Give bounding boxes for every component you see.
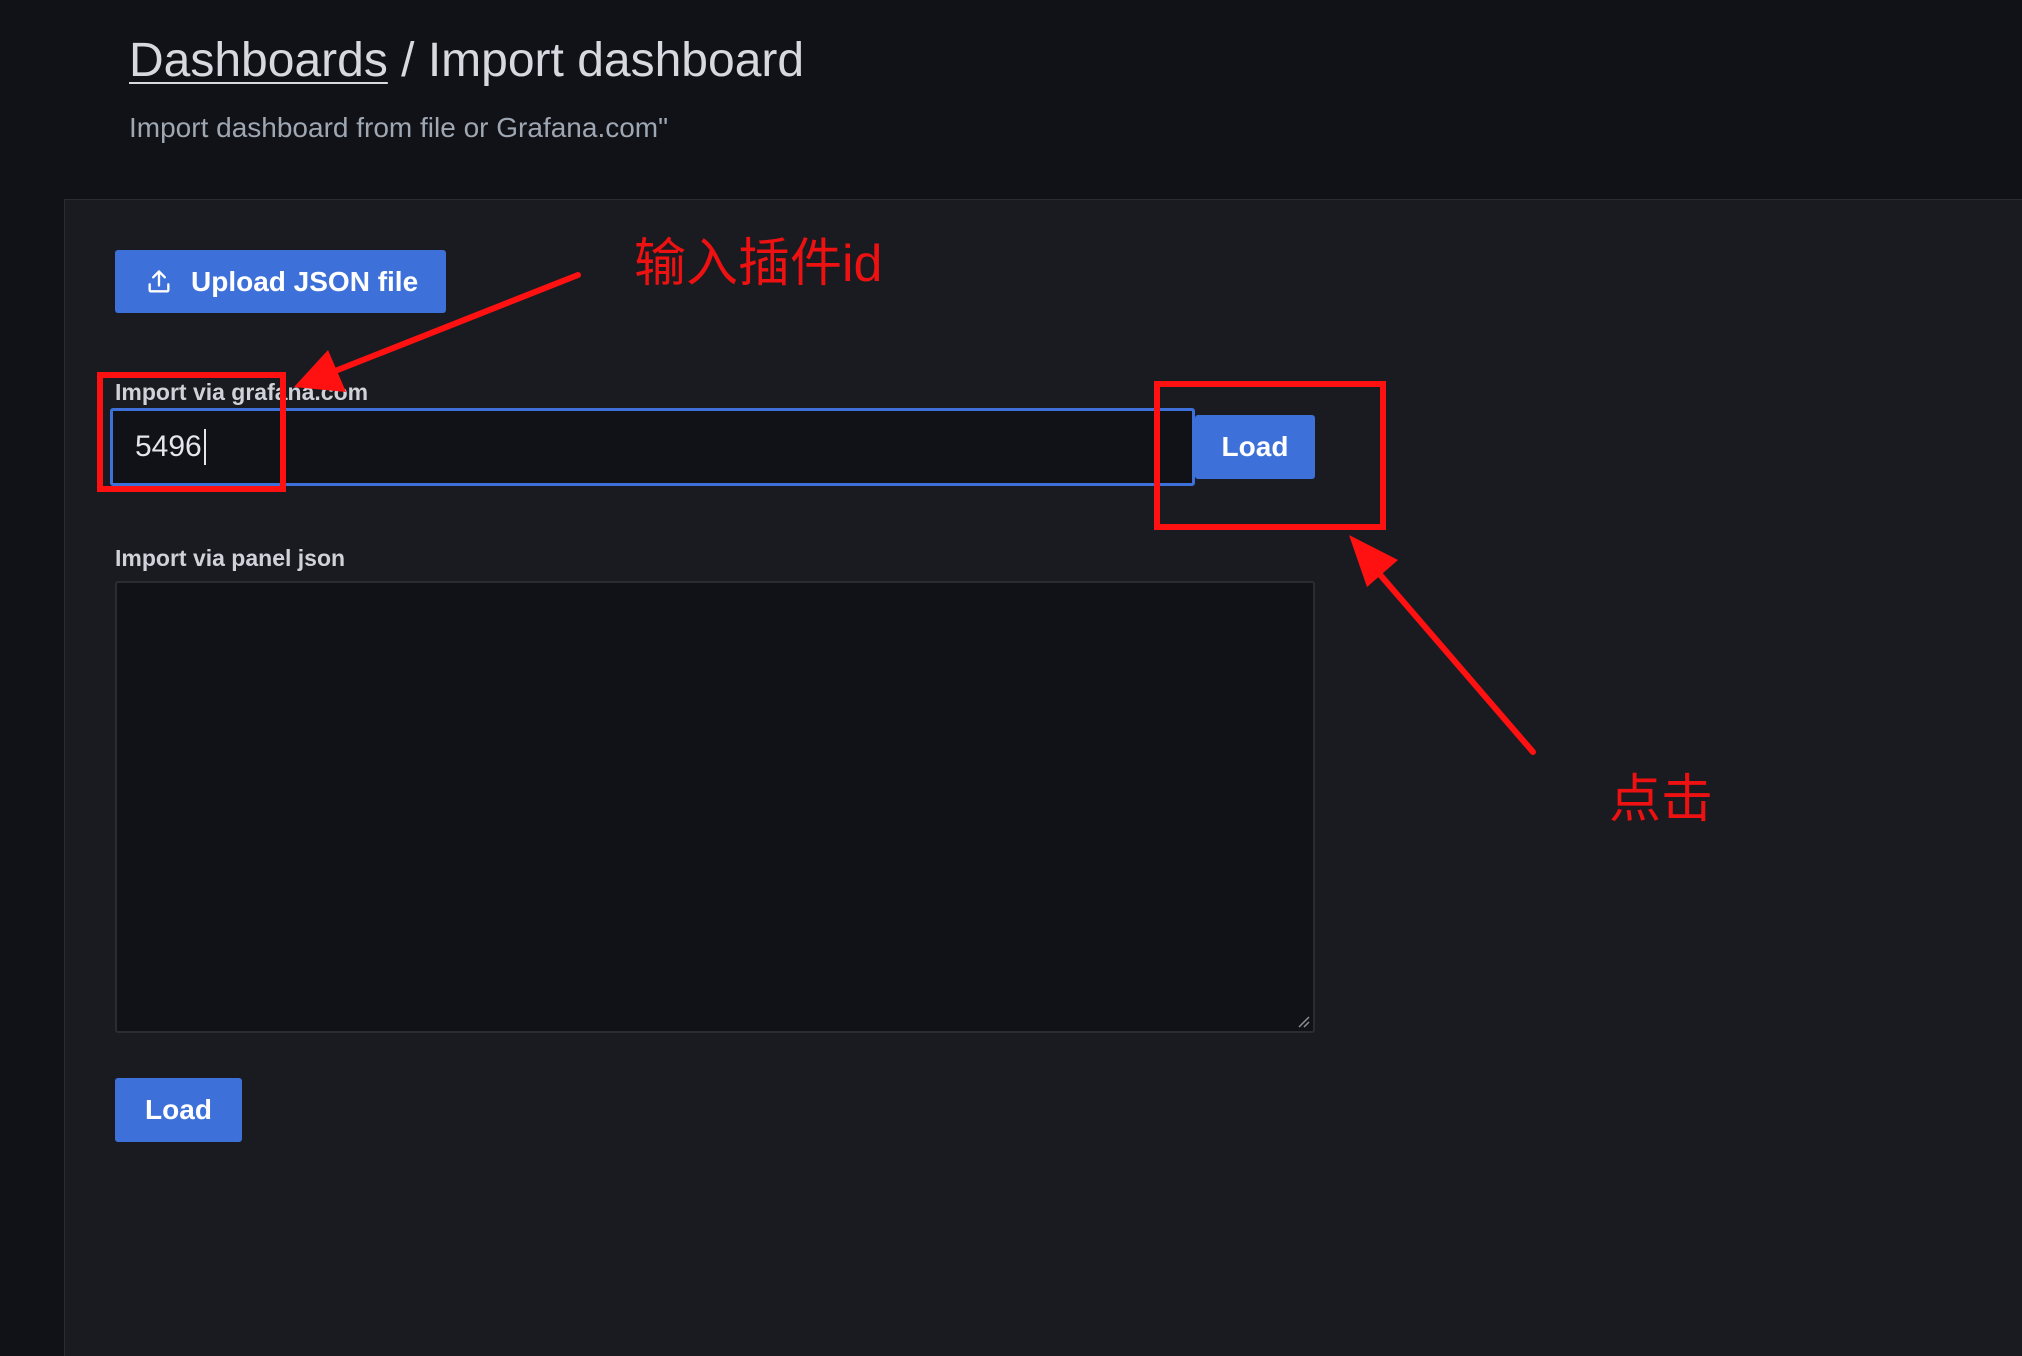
annotation-arrow-to-load: [1349, 535, 1536, 755]
annotation-arrow-to-input: [294, 272, 581, 392]
import-dashboard-page: Dashboards / Import dashboard Import das…: [0, 0, 2022, 1356]
annotation-arrows: [294, 272, 1536, 755]
